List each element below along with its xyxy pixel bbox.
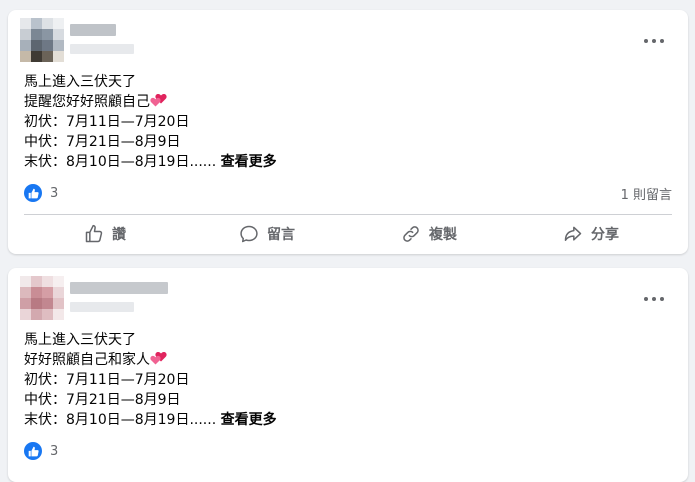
post-line: 提醒您好好照顧自己 [24,94,150,110]
post-meta-blurred [70,302,134,312]
comment-button[interactable]: 留言 [186,218,348,250]
more-options-button[interactable] [644,36,664,46]
comment-bubble-icon [240,225,258,243]
reaction-summary[interactable]: 3 [24,184,58,202]
like-button[interactable]: 讚 [24,218,186,250]
post-line: 中伏：7月21日—8月9日 [24,134,181,150]
copy-label: 複製 [429,227,457,243]
post-line: 馬上進入三伏天了 [24,74,136,90]
see-more-link[interactable]: 查看更多 [221,154,277,170]
post-line: 中伏：7月21日—8月9日 [24,392,181,408]
like-reaction-icon [24,442,42,460]
more-options-button[interactable] [644,294,664,304]
avatar[interactable] [20,18,64,62]
post-meta-blurred [70,44,134,54]
see-more-link[interactable]: 查看更多 [221,412,277,428]
comment-count[interactable]: 1 則留言 [621,184,672,203]
link-icon [403,226,419,242]
post-card: 馬上進入三伏天了 好好照顧自己和家人 初伏：7月11日—7月20日 中伏：7月2… [8,268,688,482]
post-line: 好好照顧自己和家人 [24,352,150,368]
thumbs-up-icon [85,224,103,243]
post-text: 馬上進入三伏天了 好好照顧自己和家人 初伏：7月11日—7月20日 中伏：7月2… [24,330,672,430]
post-line: 初伏：7月11日—7月20日 [24,114,190,130]
post-line: 初伏：7月11日—7月20日 [24,372,190,388]
more-horizontal-icon [644,39,648,43]
post-line: 末伏：8月10日—8月19日...... [24,412,217,428]
share-button[interactable]: 分享 [510,218,672,250]
action-bar: 讚 留言 複製 分享 [24,218,672,250]
share-label: 分享 [591,227,619,243]
copy-button[interactable]: 複製 [348,218,510,250]
divider [24,214,672,215]
comment-label: 留言 [267,227,295,243]
post-line: 末伏：8月10日—8月19日...... [24,154,217,170]
reaction-stats: 3 1 則留言 [24,182,672,204]
two-hearts-emoji [150,351,168,365]
author-name-blurred[interactable] [70,24,116,36]
like-count: 3 [50,443,59,459]
author-name-blurred[interactable] [70,282,168,294]
reaction-summary[interactable]: 3 [24,442,58,460]
reaction-stats: 3 [24,440,672,462]
post-text: 馬上進入三伏天了 提醒您好好照顧自己 初伏：7月11日—7月20日 中伏：7月2… [24,72,672,172]
two-hearts-emoji [150,93,168,107]
share-arrow-icon [564,226,582,241]
post-line: 馬上進入三伏天了 [24,332,136,348]
like-count: 3 [50,185,59,201]
more-horizontal-icon [644,297,648,301]
like-label: 讚 [112,227,126,243]
avatar[interactable] [20,276,64,320]
like-reaction-icon [24,184,42,202]
post-card: 馬上進入三伏天了 提醒您好好照顧自己 初伏：7月11日—7月20日 中伏：7月2… [8,10,688,254]
